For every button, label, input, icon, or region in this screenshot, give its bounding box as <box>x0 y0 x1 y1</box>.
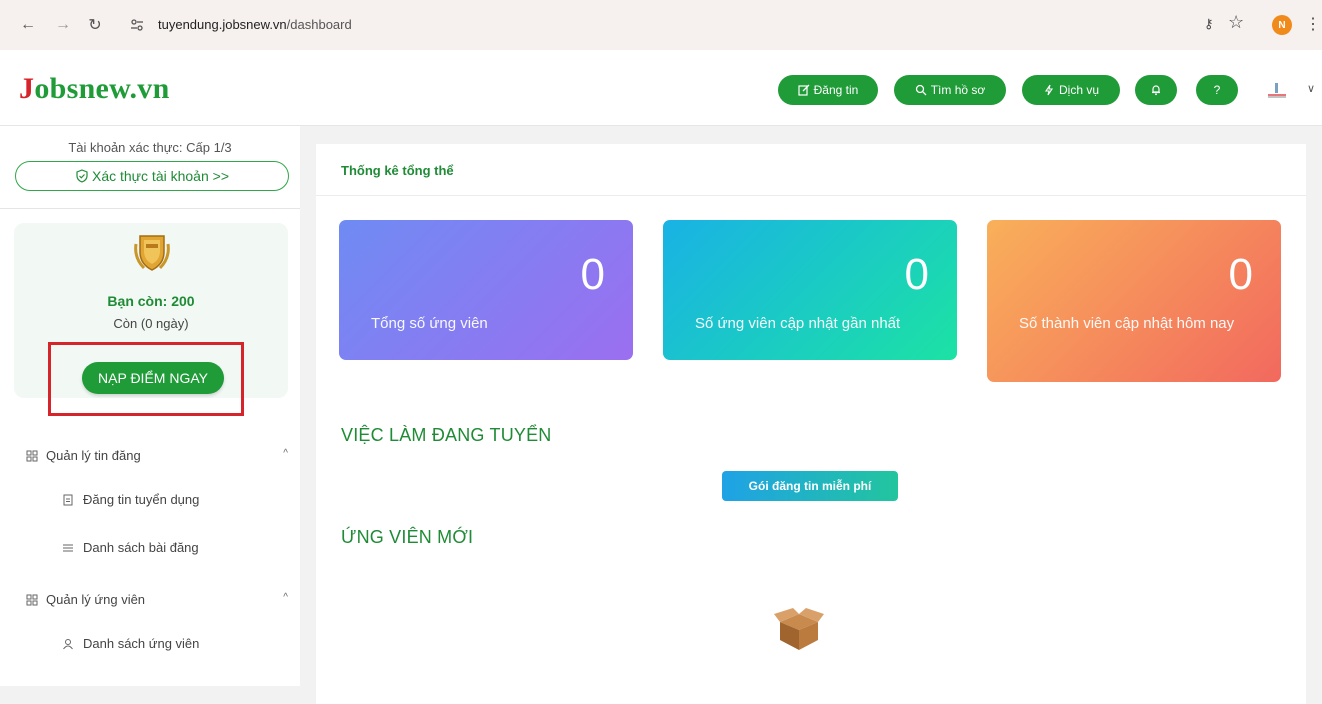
section-title-new-candidates: ỨNG VIÊN MỚI <box>341 527 474 547</box>
bell-icon <box>1152 85 1160 96</box>
sidebar-group-label: Quản lý tin đăng <box>46 448 141 463</box>
stat-label: Số ứng viên cập nhật gần nhất <box>695 315 901 332</box>
notification-button[interactable] <box>1135 75 1177 105</box>
url-domain: tuyendung.jobsnew.vn <box>158 17 287 32</box>
logo-letter: J <box>19 72 35 105</box>
stat-label: Tổng số ứng viên <box>371 315 488 332</box>
page-title: Thống kê tổng thể <box>341 163 454 178</box>
search-icon <box>915 84 927 96</box>
stat-card-total-candidates[interactable]: 0 Tổng số ứng viên <box>339 220 633 360</box>
empty-box-icon <box>774 608 824 650</box>
company-logo-icon[interactable] <box>1266 80 1288 100</box>
reload-icon[interactable]: ↻ <box>84 14 106 36</box>
back-arrow-icon[interactable]: ← <box>17 14 39 36</box>
sidebar-group-label: Quản lý ứng viên <box>46 592 146 607</box>
gold-badge-icon <box>134 235 170 271</box>
site-settings-icon[interactable] <box>130 18 144 32</box>
search-resume-label: Tìm hồ sơ <box>930 83 986 97</box>
sidebar-item-label: Đăng tin tuyển dụng <box>83 492 200 507</box>
verify-status-text: Tài khoản xác thực: Cấp 1/3 <box>68 140 232 155</box>
verify-account-label: Xác thực tài khoản >> <box>91 168 229 184</box>
stat-card-members-today[interactable]: 0 Số thành viên cập nhật hôm nay <box>987 220 1281 382</box>
points-days-remaining: Còn (0 ngày) <box>113 316 189 331</box>
panel-header: Thống kê tổng thể <box>316 144 1306 196</box>
sidebar-item-candidate-list[interactable]: Danh sách ứng viên <box>62 636 199 651</box>
stat-value: 0 <box>904 250 929 299</box>
forward-arrow-icon[interactable]: → <box>52 14 74 36</box>
sidebar-divider <box>0 208 300 209</box>
sidebar-group-manage-candidates[interactable]: Quản lý ứng viên ^ <box>26 592 288 607</box>
recharge-points-button[interactable]: NẠP ĐIỂM NGAY <box>82 362 224 394</box>
shield-check-icon <box>76 169 88 183</box>
site-header: Jobsnew.vn Đăng tin Tìm hồ sơ Dịch vụ ? … <box>0 50 1322 126</box>
search-resume-button[interactable]: Tìm hồ sơ <box>894 75 1006 105</box>
user-icon <box>63 638 73 649</box>
chevron-down-icon[interactable]: ∨ <box>1307 82 1315 95</box>
free-package-button[interactable]: Gói đăng tin miễn phí <box>722 471 898 501</box>
stat-value: 0 <box>1228 250 1253 299</box>
lightning-icon <box>1044 84 1054 96</box>
help-button[interactable]: ? <box>1196 75 1238 105</box>
stat-value: 0 <box>580 250 605 299</box>
sidebar-item-post-list[interactable]: Danh sách bài đăng <box>62 540 199 555</box>
service-label: Dịch vụ <box>1058 83 1099 97</box>
chevron-up-icon[interactable]: ^ <box>283 448 288 459</box>
stat-card-recent-candidates[interactable]: 0 Số ứng viên cập nhật gần nhất <box>663 220 957 360</box>
help-label: ? <box>1213 83 1221 97</box>
section-title-open-jobs: VIỆC LÀM ĐANG TUYỂN <box>341 425 552 445</box>
verify-account-button[interactable]: Xác thực tài khoản >> <box>15 161 289 191</box>
address-bar[interactable]: tuyendung.jobsnew.vn/dashboard <box>158 17 352 32</box>
browser-profile-avatar[interactable]: N <box>1272 15 1292 35</box>
url-path: /dashboard <box>286 17 352 32</box>
browser-toolbar: ← → ↻ tuyendung.jobsnew.vn/dashboard ⚷ ☆… <box>0 0 1322 50</box>
sidebar-group-manage-posts[interactable]: Quản lý tin đăng ^ <box>26 448 288 463</box>
chevron-up-icon[interactable]: ^ <box>283 592 288 603</box>
grid-icon <box>26 450 38 461</box>
list-icon <box>63 544 73 551</box>
stat-label: Số thành viên cập nhật hôm nay <box>1019 315 1235 332</box>
points-remaining: Bạn còn: 200 <box>107 293 195 309</box>
grid-icon <box>26 594 38 605</box>
logo-text: obsnew.vn <box>34 72 170 105</box>
sidebar-item-label: Danh sách ứng viên <box>83 636 200 651</box>
post-job-button[interactable]: Đăng tin <box>778 75 878 105</box>
password-key-icon[interactable]: ⚷ <box>1204 16 1214 32</box>
sidebar-item-label: Danh sách bài đăng <box>83 540 199 555</box>
document-icon <box>63 494 73 505</box>
site-logo[interactable]: Jobsnew.vn <box>19 72 170 106</box>
sidebar-item-post-job[interactable]: Đăng tin tuyển dụng <box>62 492 199 507</box>
post-job-label: Đăng tin <box>813 83 859 97</box>
bookmark-star-icon[interactable]: ☆ <box>1228 12 1244 33</box>
edit-icon <box>798 84 810 96</box>
dashboard-panel: Thống kê tổng thể 0 Tổng số ứng viên 0 S… <box>316 144 1306 704</box>
sidebar: Tài khoản xác thực: Cấp 1/3 Xác thực tài… <box>0 126 300 686</box>
service-button[interactable]: Dịch vụ <box>1022 75 1120 105</box>
browser-menu-icon[interactable]: ⋮ <box>1305 14 1321 34</box>
